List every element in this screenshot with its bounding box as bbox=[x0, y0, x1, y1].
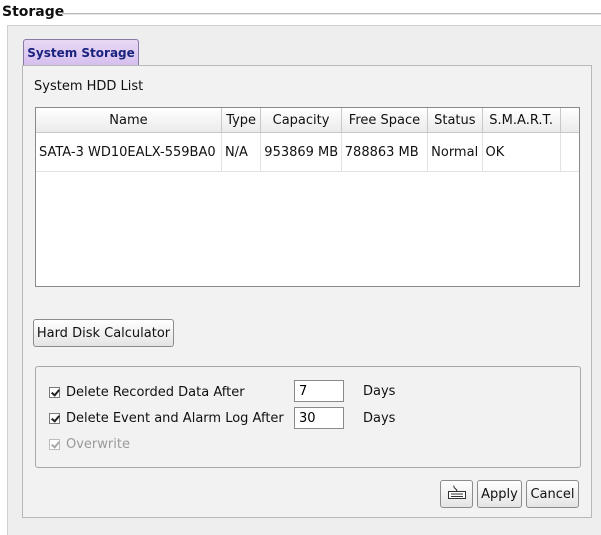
title-divider bbox=[62, 13, 601, 15]
apply-button[interactable]: Apply bbox=[477, 480, 522, 508]
window-title: Storage bbox=[2, 4, 65, 20]
cell-capacity: 953869 MB bbox=[260, 132, 342, 172]
cell-free-space: 788863 MB bbox=[341, 132, 429, 172]
tab-system-storage[interactable]: System Storage bbox=[23, 39, 139, 65]
delete-recorded-days-input[interactable] bbox=[294, 380, 344, 402]
keyboard-button[interactable] bbox=[440, 480, 473, 508]
title-bar: Storage bbox=[0, 0, 601, 22]
column-header-type[interactable]: Type bbox=[221, 108, 262, 133]
hdd-list-label: System HDD List bbox=[34, 79, 144, 94]
hdd-table[interactable]: Name Type Capacity Free Space Status S.M… bbox=[35, 107, 580, 287]
overwrite-label: Overwrite bbox=[66, 436, 130, 452]
hard-disk-calculator-button[interactable]: Hard Disk Calculator bbox=[33, 319, 174, 347]
cell-filler bbox=[560, 132, 579, 172]
delete-event-row: Delete Event and Alarm Log After bbox=[49, 408, 284, 428]
delete-event-days-input[interactable] bbox=[294, 407, 344, 429]
cancel-button[interactable]: Cancel bbox=[526, 480, 579, 508]
keyboard-icon bbox=[447, 484, 467, 504]
cell-name: SATA-3 WD10EALX-559BA0 bbox=[36, 132, 222, 172]
delete-event-label: Delete Event and Alarm Log After bbox=[66, 410, 284, 426]
column-header-capacity[interactable]: Capacity bbox=[260, 108, 342, 133]
overwrite-checkbox[interactable] bbox=[49, 438, 60, 450]
delete-event-checkbox[interactable] bbox=[49, 412, 60, 424]
column-header-status[interactable]: Status bbox=[427, 108, 483, 133]
delete-recorded-row: Delete Recorded Data After bbox=[49, 382, 245, 402]
delete-recorded-unit: Days bbox=[363, 384, 396, 399]
column-header-name[interactable]: Name bbox=[36, 108, 222, 133]
cell-type: N/A bbox=[221, 132, 262, 172]
table-header-row: Name Type Capacity Free Space Status S.M… bbox=[36, 108, 579, 133]
column-header-filler bbox=[560, 108, 579, 133]
delete-event-unit: Days bbox=[363, 411, 396, 426]
cell-status: Normal bbox=[427, 132, 483, 172]
delete-recorded-label: Delete Recorded Data After bbox=[66, 384, 245, 400]
table-row[interactable]: SATA-3 WD10EALX-559BA0 N/A 953869 MB 788… bbox=[36, 132, 579, 172]
column-header-free-space[interactable]: Free Space bbox=[341, 108, 429, 133]
overwrite-row: Overwrite bbox=[49, 434, 130, 454]
delete-recorded-checkbox[interactable] bbox=[49, 386, 60, 398]
column-header-smart[interactable]: S.M.A.R.T. bbox=[482, 108, 561, 133]
cell-smart: OK bbox=[482, 132, 561, 172]
